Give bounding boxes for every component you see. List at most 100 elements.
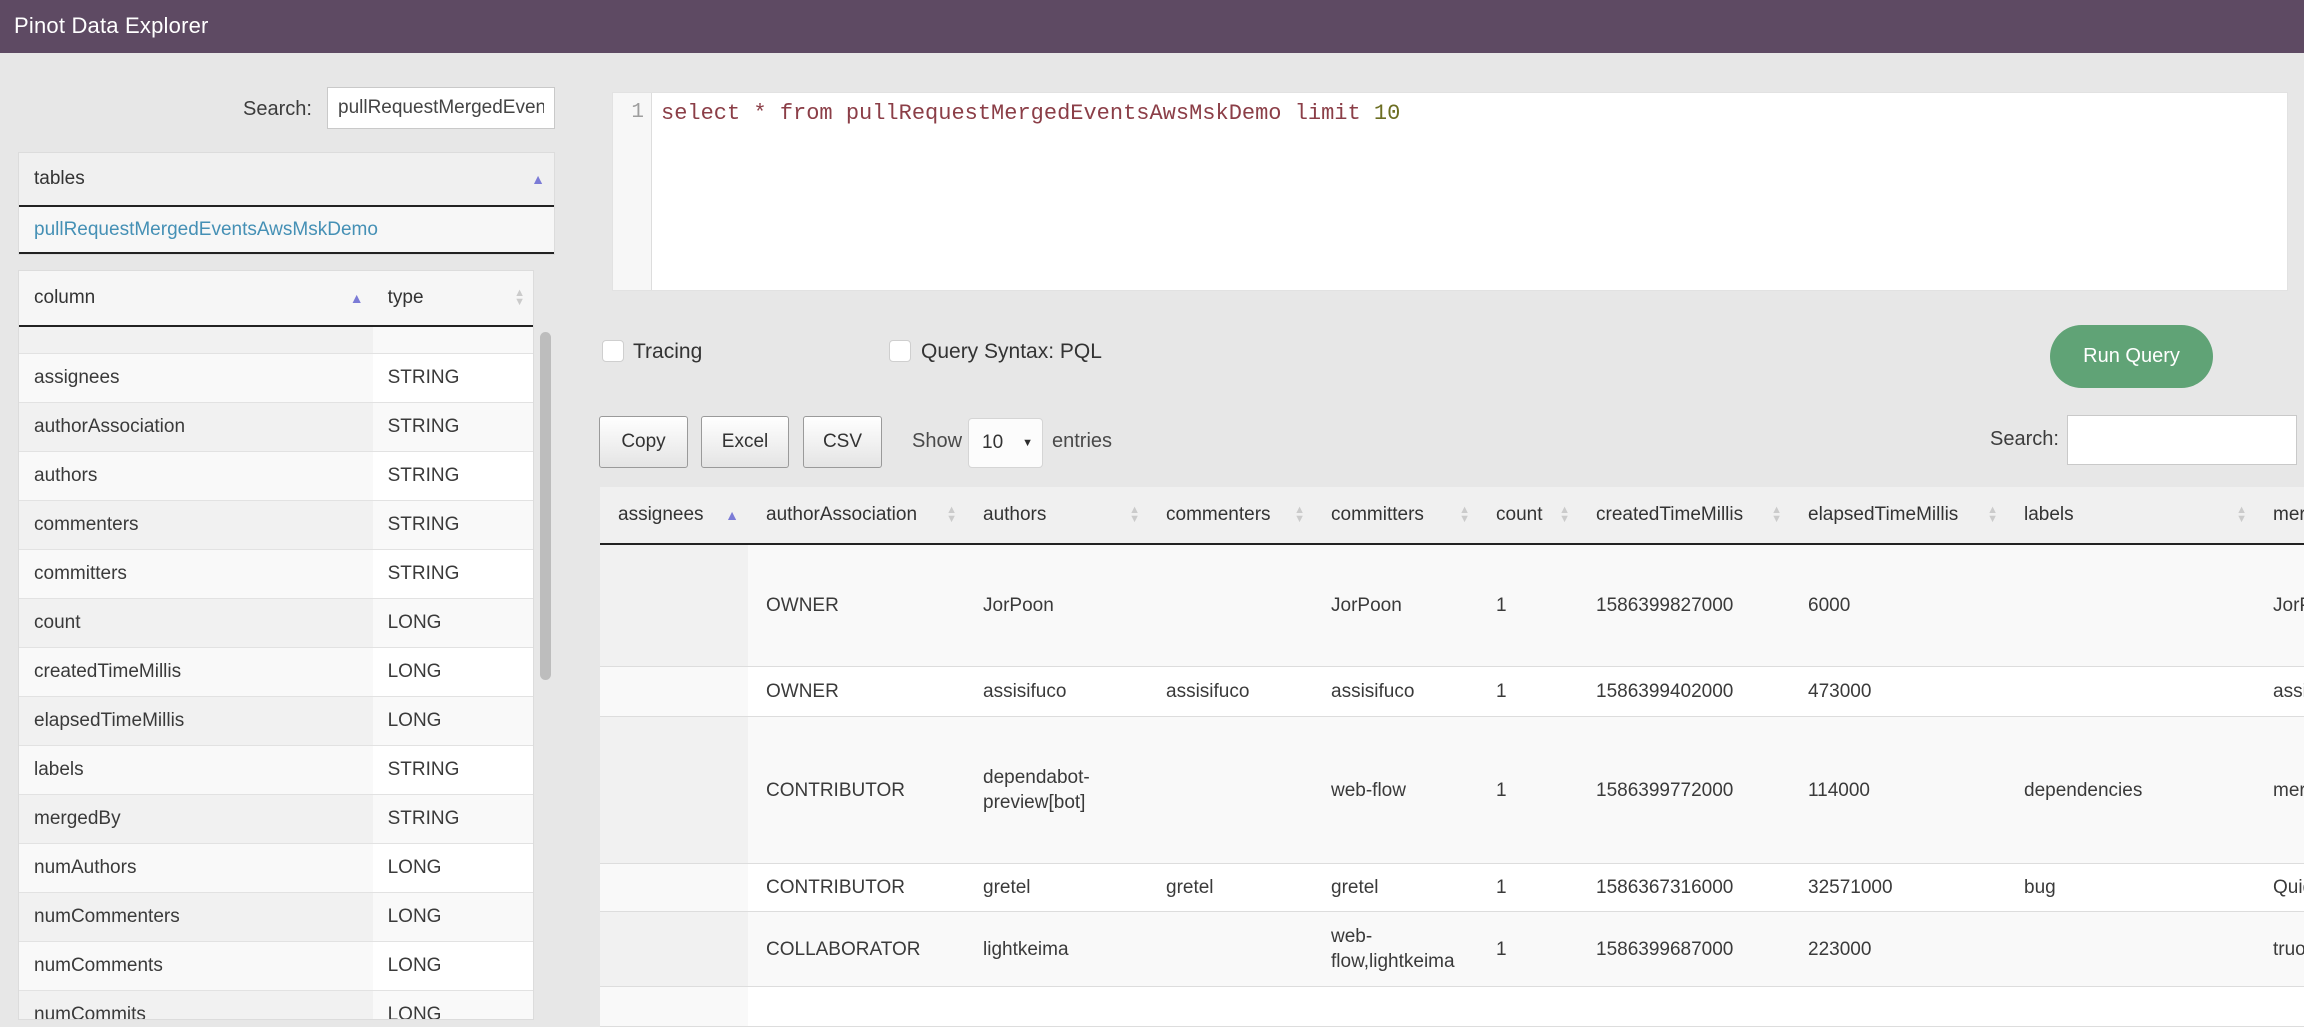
table-cell: gretel [965,864,1148,911]
table-cell: 32571000 [1790,864,2006,911]
schema-column-type: STRING [373,403,533,451]
schema-header-column[interactable]: column ▲ [19,271,373,325]
schema-header-row: column ▲ type ▲▼ [19,271,533,327]
table-cell: 223000 [1790,912,2006,986]
table-cell: 1 [1478,717,1578,863]
schema-column-type: STRING [373,354,533,402]
schema-row: assigneesSTRING [19,354,533,403]
results-header-label: labels [2024,504,2074,526]
csv-button[interactable]: CSV [803,416,882,468]
schema-column-type: STRING [373,550,533,598]
schema-row: authorAssociationSTRING [19,403,533,452]
results-table-body: OWNERJorPoonJorPoon115863998270006000Jor… [600,545,2304,1027]
schema-column-type [373,327,533,353]
sql-number-literal: 10 [1374,101,1400,126]
table-cell: web-flow,lightkeima [1313,912,1478,986]
table-cell [748,987,965,1026]
schema-column-name: authors [19,452,373,500]
table-cell: bug [2006,864,2255,911]
pql-syntax-checkbox[interactable] [889,340,911,362]
results-header-authors[interactable]: authors ▲▼ [965,487,1148,543]
table-row: CONTRIBUTORdependabot-preview[bot]web-fl… [600,717,2304,864]
results-header-label: count [1496,504,1542,526]
table-cell [1313,987,1478,1026]
results-header-authorAssociation[interactable]: authorAssociation ▲▼ [748,487,965,543]
table-cell: 1586399687000 [1578,912,1790,986]
schema-column-name: authorAssociation [19,403,373,451]
table-cell [1790,987,2006,1026]
table-cell [600,864,748,911]
table-cell: CONTRIBUTOR [748,864,965,911]
sort-asc-icon: ▲ [725,507,739,523]
page-size-value: 10 [982,432,1003,454]
tracing-checkbox[interactable] [602,340,624,362]
results-search-input[interactable] [2067,415,2297,465]
table-cell: merg [2255,717,2304,863]
schema-header-type[interactable]: type ▲▼ [373,271,533,325]
schema-column-type: LONG [373,697,533,745]
table-cell: assis [2255,667,2304,716]
copy-button[interactable]: Copy [599,416,688,468]
table-cell [2006,667,2255,716]
sidebar-search-label: Search: [243,98,312,121]
results-header-label: mergedBy [2273,504,2304,526]
results-header-count[interactable]: count▲▼ [1478,487,1578,543]
results-header-committers[interactable]: committers▲▼ [1313,487,1478,543]
table-row: COLLABORATORlightkeima web-flow,lightkeim… [600,912,2304,987]
table-cell: lightkeima [965,912,1148,986]
schema-row: authorsSTRING [19,452,533,501]
schema-row: commentersSTRING [19,501,533,550]
results-header-commenters[interactable]: commenters▲▼ [1148,487,1313,543]
results-header-label: authorAssociation [766,504,917,526]
sql-editor[interactable]: 1 select * from pullRequestMergedEventsA… [612,92,2288,291]
schema-column-name: assignees [19,354,373,402]
table-cell: 1 [1478,864,1578,911]
table-cell: 6000 [1790,545,2006,666]
results-header-elapsedTimeMillis[interactable]: elapsedTimeMillis▲▼ [1790,487,2006,543]
schema-column-name: numCommenters [19,893,373,941]
results-header-assignees[interactable]: assignees▲ [600,487,748,543]
table-cell [965,987,1148,1026]
schema-column-type: LONG [373,648,533,696]
results-header-createdTimeMillis[interactable]: createdTimeMillis▲▼ [1578,487,1790,543]
schema-column-name: numCommits [19,991,373,1020]
schema-row: numCommitsLONG [19,991,533,1020]
sort-both-icon: ▲▼ [946,506,957,524]
table-cell: COLLABORATOR [748,912,965,986]
tables-header-label: tables [34,168,85,190]
schema-row: committersSTRING [19,550,533,599]
table-cell: OWNER [748,545,965,666]
tracing-label: Tracing [633,340,702,364]
sort-asc-icon: ▲ [531,171,545,187]
sort-both-icon: ▲▼ [1129,506,1140,524]
results-header-mergedBy[interactable]: mergedBy▲▼ [2255,487,2304,543]
sort-both-icon: ▲▼ [1771,506,1782,524]
table-cell [2006,912,2255,986]
schema-column-type: LONG [373,599,533,647]
sort-both-icon: ▲▼ [2236,506,2247,524]
sidebar-search-input[interactable] [327,87,555,129]
page-size-select[interactable]: 10 ▼ [968,418,1043,468]
results-header-labels[interactable]: labels ▲▼ [2006,487,2255,543]
tables-card: tables ▲ pullRequestMergedEventsAwsMskDe… [18,152,555,255]
results-header-label: elapsedTimeMillis [1808,504,1958,526]
table-row: OWNERassisifucoassisifucoassisifuco11586… [600,667,2304,717]
results-header-label: authors [983,504,1046,526]
table-cell: CONTRIBUTOR [748,717,965,863]
schema-scrollbar-thumb[interactable] [540,332,551,680]
table-cell: JorPo [2255,545,2304,666]
table-cell: dependabot-preview[bot] [965,717,1148,863]
excel-button[interactable]: Excel [701,416,789,468]
schema-row: numCommentersLONG [19,893,533,942]
schema-column-name: numComments [19,942,373,990]
table-cell [1148,717,1313,863]
table-cell [2255,987,2304,1026]
schema-column-name [19,327,373,353]
schema-column-name: numAuthors [19,844,373,892]
tables-header[interactable]: tables ▲ [19,153,554,207]
table-cell: gretel [1313,864,1478,911]
run-query-button[interactable]: Run Query [2050,325,2213,388]
table-cell [600,667,748,716]
schema-row: createdTimeMillisLONG [19,648,533,697]
table-name-link[interactable]: pullRequestMergedEventsAwsMskDemo [19,207,554,254]
